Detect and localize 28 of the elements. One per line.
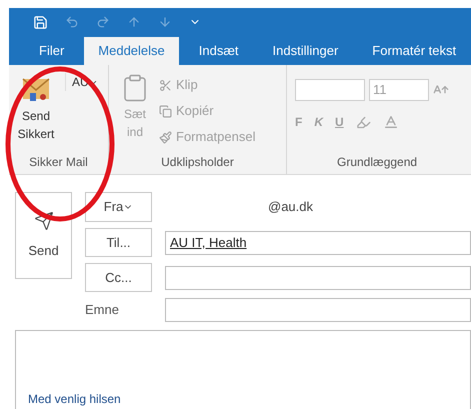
- message-body[interactable]: Med venlig hilsen: [15, 330, 471, 409]
- group-label: Grundlæggend: [336, 154, 418, 171]
- highlighter-icon[interactable]: [356, 114, 371, 130]
- ribbon-tab[interactable]: Indstillinger: [258, 37, 352, 65]
- ribbon-tab[interactable]: Meddelelse: [84, 37, 179, 65]
- ribbon-tab[interactable]: Formatér tekst: [358, 37, 470, 65]
- subject-field[interactable]: [165, 298, 471, 322]
- to-field[interactable]: AU IT, Health: [165, 230, 471, 254]
- cc-field[interactable]: [165, 266, 471, 290]
- from-address: @au.dk: [268, 198, 313, 216]
- ribbon-tab[interactable]: Filer: [25, 37, 78, 65]
- send-secure-button[interactable]: Send Sikkert: [13, 73, 59, 153]
- group-label: Udklipsholder: [160, 154, 235, 171]
- send-button[interactable]: Send: [15, 192, 72, 279]
- group-label: Sikker Mail: [28, 154, 89, 171]
- ribbon-tab[interactable]: Indsæt: [184, 37, 253, 65]
- send-icon: [34, 210, 54, 231]
- signature-text: Med venlig hilsen: [28, 392, 121, 406]
- action-icon: [159, 104, 172, 118]
- subject-label: Emne: [85, 301, 120, 320]
- font-color-icon[interactable]: [382, 114, 399, 130]
- action-icon: [159, 130, 172, 144]
- action-icon: [159, 78, 172, 92]
- cc-button[interactable]: Cc...: [85, 263, 152, 292]
- to-button[interactable]: Til...: [85, 228, 152, 257]
- save-icon[interactable]: [33, 14, 48, 30]
- from-button[interactable]: Fra: [85, 192, 152, 222]
- font-name-field[interactable]: [295, 79, 365, 101]
